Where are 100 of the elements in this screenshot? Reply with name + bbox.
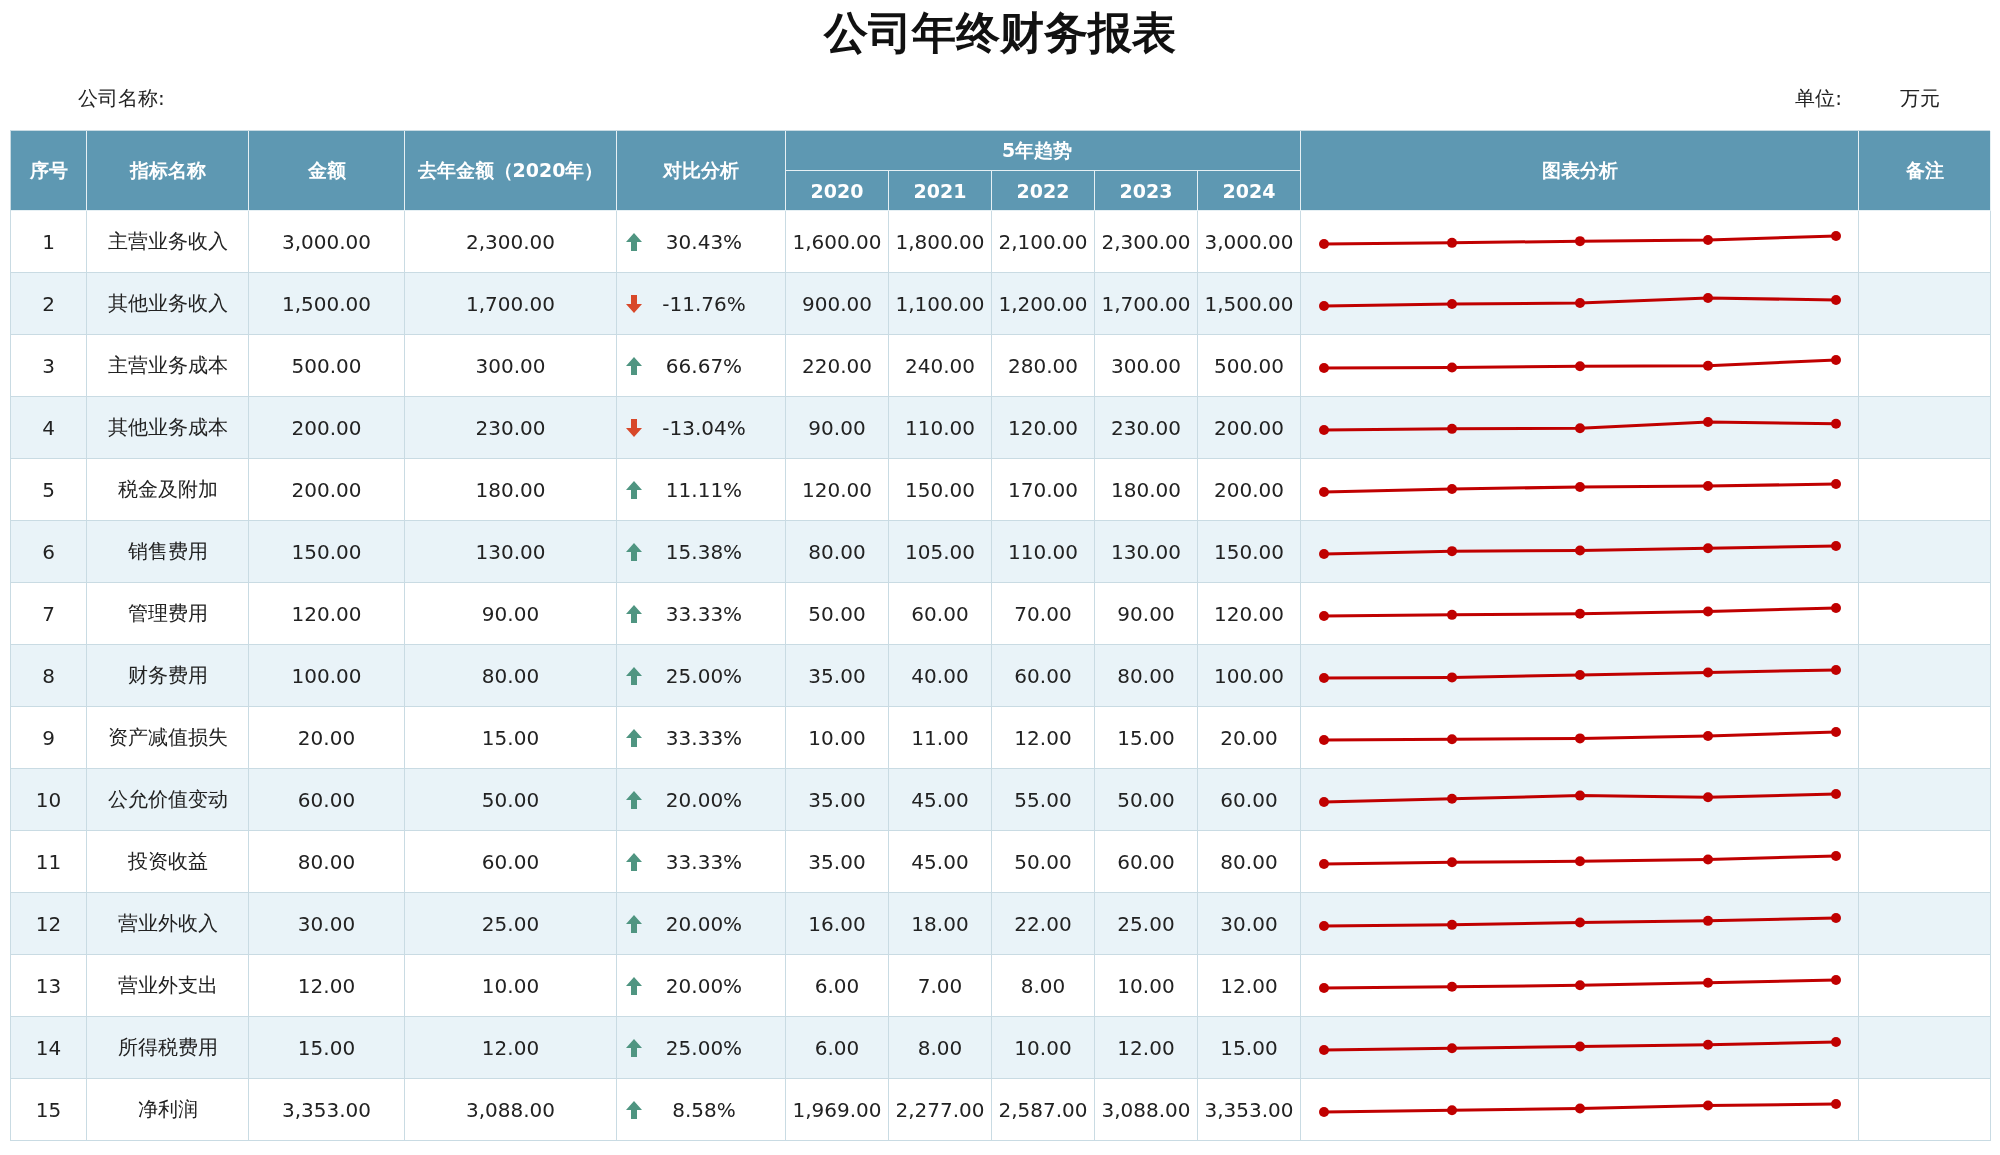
table-cell: 35.00	[786, 645, 889, 707]
table-cell: 80.00	[786, 521, 889, 583]
table-cell: 90.00	[786, 397, 889, 459]
table-cell: 公允价值变动	[87, 769, 249, 831]
year-header: 2021	[889, 171, 992, 211]
table-cell: 110.00	[889, 397, 992, 459]
table-cell: 1,200.00	[992, 273, 1095, 335]
table-cell: 200.00	[1198, 397, 1301, 459]
table-cell: 营业外收入	[87, 893, 249, 955]
table-cell: 其他业务成本	[87, 397, 249, 459]
change-percent: 11.11%	[664, 477, 744, 502]
table-cell: 其他业务收入	[87, 273, 249, 335]
table-cell: 12.00	[992, 707, 1095, 769]
year-header: 2024	[1198, 171, 1301, 211]
table-cell: 3,000.00	[1198, 211, 1301, 273]
table-cell: 1,500.00	[249, 273, 405, 335]
table-cell: 200.00	[249, 459, 405, 521]
table-cell: 200.00	[1198, 459, 1301, 521]
table-cell: 15.00	[1198, 1017, 1301, 1079]
table-cell: 10.00	[1095, 955, 1198, 1017]
column-header: 指标名称	[87, 131, 249, 211]
column-header: 序号	[11, 131, 87, 211]
table-cell: 120.00	[249, 583, 405, 645]
column-header: 对比分析	[617, 131, 786, 211]
table-cell: 60.00	[1198, 769, 1301, 831]
table-cell: 220.00	[786, 335, 889, 397]
table-cell: 11.00	[889, 707, 992, 769]
table-cell: 1,800.00	[889, 211, 992, 273]
table-cell: 财务费用	[87, 645, 249, 707]
change-percent: 33.33%	[664, 725, 744, 750]
column-header: 图表分析	[1301, 131, 1859, 211]
table-cell: 45.00	[889, 831, 992, 893]
table-cell: 300.00	[405, 335, 617, 397]
change-percent: 20.00%	[664, 911, 744, 936]
table-cell: 3,353.00	[249, 1079, 405, 1141]
table-cell: 3,088.00	[405, 1079, 617, 1141]
table-cell: 16.00	[786, 893, 889, 955]
table-cell: 主营业务成本	[87, 335, 249, 397]
table-cell: 10.00	[992, 1017, 1095, 1079]
change-percent: 33.33%	[664, 601, 744, 626]
table-cell: 12.00	[249, 955, 405, 1017]
table-cell: 15.00	[249, 1017, 405, 1079]
report-title: 公司年终财务报表	[824, 5, 1176, 60]
table-cell: 2,100.00	[992, 211, 1095, 273]
table-cell: 12.00	[1198, 955, 1301, 1017]
table-cell: 230.00	[405, 397, 617, 459]
table-cell: 1,500.00	[1198, 273, 1301, 335]
table-cell: 110.00	[992, 521, 1095, 583]
table-cell: 1,969.00	[786, 1079, 889, 1141]
table-cell: 20.00	[1198, 707, 1301, 769]
table-cell: 1,100.00	[889, 273, 992, 335]
table-cell: 4	[11, 397, 87, 459]
change-percent: 33.33%	[664, 849, 744, 874]
table-cell: 80.00	[1095, 645, 1198, 707]
table-cell: 主营业务收入	[87, 211, 249, 273]
table-cell: 240.00	[889, 335, 992, 397]
table-cell: 营业外支出	[87, 955, 249, 1017]
table-cell: 55.00	[992, 769, 1095, 831]
table-cell: 60.00	[1095, 831, 1198, 893]
table-cell: 150.00	[889, 459, 992, 521]
table-cell: 100.00	[249, 645, 405, 707]
company-name-label: 公司名称:	[78, 84, 165, 112]
change-percent: 30.43%	[664, 229, 744, 254]
unit-value: 万元	[1900, 84, 1940, 112]
table-cell: 500.00	[1198, 335, 1301, 397]
table-cell: 150.00	[1198, 521, 1301, 583]
table-cell: 11	[11, 831, 87, 893]
table-cell: 2,277.00	[889, 1079, 992, 1141]
table-cell: 8.00	[992, 955, 1095, 1017]
table-cell: 60.00	[889, 583, 992, 645]
change-percent: 20.00%	[664, 973, 744, 998]
change-percent: -13.04%	[661, 415, 747, 440]
table-cell: 80.00	[249, 831, 405, 893]
table-cell: 12.00	[405, 1017, 617, 1079]
table-cell: 120.00	[992, 397, 1095, 459]
table-cell: 所得税费用	[87, 1017, 249, 1079]
table-cell: 60.00	[405, 831, 617, 893]
table-cell: 180.00	[1095, 459, 1198, 521]
table-cell: 10.00	[786, 707, 889, 769]
table-cell: 5	[11, 459, 87, 521]
table-cell: 900.00	[786, 273, 889, 335]
column-header: 金额	[249, 131, 405, 211]
table-cell: 15	[11, 1079, 87, 1141]
column-header: 去年金额（2020年）	[405, 131, 617, 211]
table-cell: 15.00	[1095, 707, 1198, 769]
table-cell: 150.00	[249, 521, 405, 583]
table-cell: 2	[11, 273, 87, 335]
table-cell: 35.00	[786, 769, 889, 831]
year-header: 2023	[1095, 171, 1198, 211]
table-cell: 管理费用	[87, 583, 249, 645]
table-cell: 300.00	[1095, 335, 1198, 397]
table-cell: 60.00	[992, 645, 1095, 707]
year-header: 2022	[992, 171, 1095, 211]
table-cell: 170.00	[992, 459, 1095, 521]
table-cell: 60.00	[249, 769, 405, 831]
table-cell: 500.00	[249, 335, 405, 397]
column-header: 备注	[1859, 131, 1991, 211]
table-cell: 100.00	[1198, 645, 1301, 707]
table-cell: 200.00	[249, 397, 405, 459]
table-cell: 90.00	[405, 583, 617, 645]
